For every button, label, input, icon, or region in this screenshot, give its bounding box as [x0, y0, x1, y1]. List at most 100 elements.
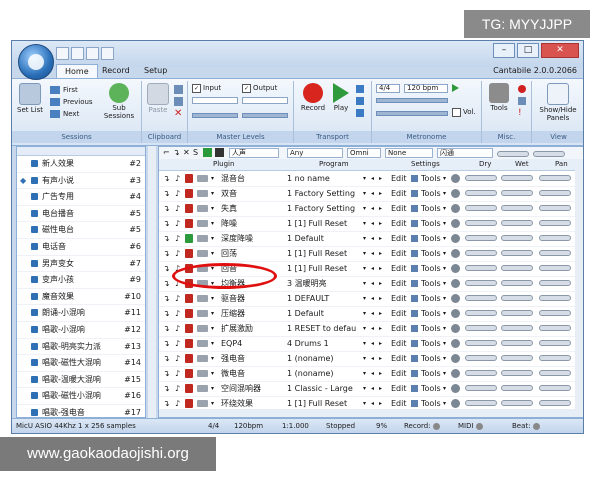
program-prev-icon[interactable]: ▸	[379, 186, 382, 201]
tab-setup[interactable]: Setup	[136, 64, 175, 78]
program-next-icon[interactable]: ◂	[371, 216, 374, 231]
paste-button[interactable]: Paste	[146, 83, 170, 114]
tools-dropdown-icon[interactable]: ▾	[443, 291, 446, 306]
expand-icon[interactable]: ▾	[211, 291, 214, 306]
program-next-icon[interactable]: ◂	[371, 351, 374, 366]
note-icon[interactable]: ♪	[175, 351, 180, 366]
pan-fader[interactable]	[539, 310, 571, 316]
rack-name-field[interactable]: 人声	[229, 148, 279, 158]
gain-knob-icon[interactable]	[451, 204, 460, 213]
note-icon[interactable]: ♪	[175, 381, 180, 396]
dry-fader[interactable]	[465, 190, 497, 196]
wet-fader[interactable]	[501, 250, 533, 256]
tools-button[interactable]: Tools	[421, 246, 441, 261]
program-next-icon[interactable]: ◂	[371, 366, 374, 381]
tab-record[interactable]: Record	[94, 64, 138, 78]
dry-fader[interactable]	[465, 250, 497, 256]
gain-knob-icon[interactable]	[451, 189, 460, 198]
rack-expand-icon[interactable]: ⌐	[163, 147, 170, 159]
pan-fader[interactable]	[539, 370, 571, 376]
power-icon[interactable]	[185, 369, 193, 378]
pan-fader[interactable]	[539, 355, 571, 361]
gain-knob-icon[interactable]	[451, 309, 460, 318]
pan-fader[interactable]	[539, 385, 571, 391]
routing-icon[interactable]: ↴	[163, 171, 170, 186]
settings-icon[interactable]	[411, 340, 418, 347]
show-hide-panels-button[interactable]: Show/Hide Panels	[534, 83, 582, 122]
power-icon[interactable]	[185, 234, 193, 243]
tab-home[interactable]: Home	[56, 64, 98, 78]
wet-fader[interactable]	[501, 370, 533, 376]
settings-icon[interactable]	[411, 295, 418, 302]
pan-fader[interactable]	[539, 340, 571, 346]
program-prev-icon[interactable]: ▸	[379, 351, 382, 366]
expand-icon[interactable]: ▾	[211, 216, 214, 231]
keyboard-icon[interactable]	[197, 385, 208, 392]
plugin-name[interactable]: 空间混响器	[221, 381, 279, 396]
power-icon[interactable]	[185, 384, 193, 393]
program-name[interactable]: 1 [1] Full Reset	[287, 216, 361, 231]
minimize-button[interactable]: –	[493, 43, 515, 58]
program-prev-icon[interactable]: ▸	[379, 291, 382, 306]
tools-dropdown-icon[interactable]: ▾	[443, 186, 446, 201]
pan-fader[interactable]	[539, 325, 571, 331]
tools-button[interactable]: Tools	[421, 186, 441, 201]
edit-button[interactable]: Edit	[391, 351, 407, 366]
wet-fader[interactable]	[501, 295, 533, 301]
metronome-play-icon[interactable]	[452, 84, 459, 92]
expand-icon[interactable]: ▾	[211, 381, 214, 396]
routing-icon[interactable]: ↴	[163, 336, 170, 351]
maximize-button[interactable]: □	[517, 43, 539, 58]
edit-button[interactable]: Edit	[391, 216, 407, 231]
wet-fader[interactable]	[501, 175, 533, 181]
note-icon[interactable]: ♪	[175, 366, 180, 381]
plugin-row[interactable]: ↴ ♪ ▾ 驱音器 1 DEFAULT ▾ ◂ ▸ Edit Tools ▾	[159, 291, 577, 307]
session-item[interactable]: 男声变女 #7	[17, 256, 145, 273]
routing-icon[interactable]: ↴	[163, 261, 170, 276]
session-item[interactable]: 朗诵-小混响 #11	[17, 305, 145, 322]
rack-channel-select[interactable]: Omni	[347, 148, 381, 158]
delete-icon[interactable]: ✕	[174, 109, 183, 119]
settings-icon[interactable]	[411, 400, 418, 407]
gain-knob-icon[interactable]	[451, 339, 460, 348]
note-icon[interactable]: ♪	[175, 336, 180, 351]
gain-knob-icon[interactable]	[451, 324, 460, 333]
rewind-icon[interactable]	[356, 85, 364, 93]
program-name[interactable]: 1 Default	[287, 231, 361, 246]
program-dropdown-icon[interactable]: ▾	[363, 276, 366, 291]
tools-button[interactable]: Tools	[421, 351, 441, 366]
tools-button[interactable]: Tools	[421, 321, 441, 336]
program-dropdown-icon[interactable]: ▾	[363, 366, 366, 381]
program-dropdown-icon[interactable]: ▾	[363, 201, 366, 216]
settings-icon[interactable]	[411, 325, 418, 332]
pan-fader[interactable]	[539, 190, 571, 196]
session-item[interactable]: ◆ 有声小说 #3	[17, 173, 145, 190]
plugin-name[interactable]: 驱音器	[221, 291, 279, 306]
program-dropdown-icon[interactable]: ▾	[363, 261, 366, 276]
edit-button[interactable]: Edit	[391, 231, 407, 246]
program-prev-icon[interactable]: ▸	[379, 276, 382, 291]
edit-button[interactable]: Edit	[391, 366, 407, 381]
program-next-icon[interactable]: ◂	[371, 186, 374, 201]
previous-button[interactable]: Previous	[50, 97, 93, 108]
dry-fader[interactable]	[465, 385, 497, 391]
note-icon[interactable]: ♪	[175, 171, 180, 186]
tools-dropdown-icon[interactable]: ▾	[443, 246, 446, 261]
rack-input-select[interactable]: Any	[287, 148, 343, 158]
gain-knob-icon[interactable]	[451, 369, 460, 378]
routing-icon[interactable]: ↴	[163, 216, 170, 231]
plugin-row[interactable]: ↴ ♪ ▾ 失真 1 Factory Setting ▾ ◂ ▸ Edit Tools ▾	[159, 201, 577, 217]
program-name[interactable]: 1 Classic - Large	[287, 381, 361, 396]
tools-dropdown-icon[interactable]: ▾	[443, 261, 446, 276]
pan-fader[interactable]	[539, 280, 571, 286]
routing-icon[interactable]: ↴	[163, 351, 170, 366]
dry-fader[interactable]	[465, 235, 497, 241]
program-next-icon[interactable]: ◂	[371, 261, 374, 276]
rack-scrollbar[interactable]	[575, 170, 583, 417]
gain-knob-icon[interactable]	[451, 279, 460, 288]
session-item[interactable]: 电台播音 #5	[17, 206, 145, 223]
edit-button[interactable]: Edit	[391, 306, 407, 321]
note-icon[interactable]: ♪	[175, 186, 180, 201]
program-name[interactable]: 1 [1] Full Reset	[287, 246, 361, 261]
tools-dropdown-icon[interactable]: ▾	[443, 336, 446, 351]
